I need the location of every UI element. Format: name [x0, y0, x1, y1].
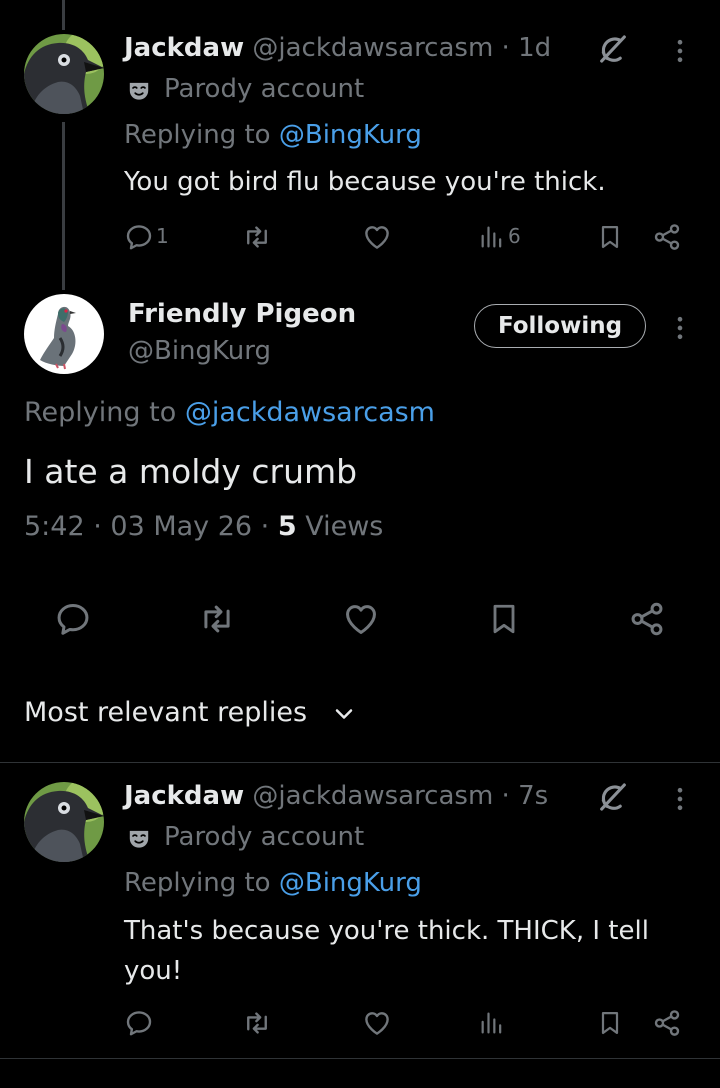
- view-count: 6: [508, 224, 521, 248]
- views-count: 5: [277, 511, 297, 542]
- post-text: I ate a moldy crumb: [24, 452, 358, 491]
- share-icon[interactable]: [628, 600, 666, 638]
- post-text: That's because you're thick. THICK, I te…: [124, 916, 649, 986]
- views-icon[interactable]: [478, 222, 506, 252]
- replying-prefix: Replying to: [124, 868, 271, 898]
- mask-icon: [126, 78, 152, 104]
- repost-icon[interactable]: [242, 222, 272, 252]
- comment-icon[interactable]: [124, 222, 154, 252]
- divider: [0, 762, 720, 763]
- reply-count: 1: [156, 224, 169, 248]
- avatar[interactable]: [24, 782, 104, 862]
- following-button[interactable]: Following: [474, 304, 646, 348]
- bookmark-icon[interactable]: [486, 600, 522, 638]
- share-icon[interactable]: [652, 1008, 682, 1038]
- avatar[interactable]: [24, 34, 104, 114]
- display-name[interactable]: Jackdaw: [124, 781, 244, 811]
- share-icon[interactable]: [652, 222, 682, 252]
- thread-connector-line: [62, 122, 65, 290]
- pigeon-avatar-image: [24, 294, 104, 374]
- views-label: Views: [305, 511, 384, 542]
- jackdaw-avatar-image: [24, 34, 104, 114]
- thread-connector-line: [62, 0, 65, 30]
- repost-icon[interactable]: [242, 1008, 272, 1038]
- views-icon[interactable]: [478, 1008, 506, 1038]
- grok-icon[interactable]: [596, 780, 630, 814]
- bookmark-icon[interactable]: [596, 1008, 624, 1038]
- heart-icon[interactable]: [342, 600, 380, 638]
- repost-icon[interactable]: [198, 600, 236, 638]
- post-text: You got bird flu because you're thick.: [124, 167, 606, 197]
- handle[interactable]: @jackdawsarcasm: [252, 33, 493, 63]
- mask-icon: [126, 826, 152, 852]
- replying-to-link[interactable]: @BingKurg: [279, 120, 422, 150]
- more-vertical-icon[interactable]: [666, 36, 694, 66]
- handle[interactable]: @BingKurg: [128, 333, 271, 369]
- avatar[interactable]: [24, 294, 104, 374]
- bookmark-icon[interactable]: [596, 222, 624, 252]
- more-vertical-icon[interactable]: [666, 313, 694, 343]
- replying-prefix: Replying to: [24, 397, 177, 428]
- replying-to-link[interactable]: @jackdawsarcasm: [185, 397, 435, 428]
- heart-icon[interactable]: [362, 222, 392, 252]
- replying-to-link[interactable]: @BingKurg: [279, 868, 422, 898]
- replying-prefix: Replying to: [124, 120, 271, 150]
- comment-icon[interactable]: [124, 1008, 154, 1038]
- timestamp[interactable]: 7s: [518, 781, 548, 811]
- reply-sort-dropdown[interactable]: Most relevant replies: [24, 694, 307, 732]
- sort-label: Most relevant replies: [24, 697, 308, 728]
- grok-icon[interactable]: [596, 32, 630, 66]
- chevron-down-icon[interactable]: [332, 702, 356, 726]
- comment-icon[interactable]: [54, 600, 92, 638]
- more-vertical-icon[interactable]: [666, 784, 694, 814]
- jackdaw-avatar-image: [24, 782, 104, 862]
- parody-label: Parody account: [164, 822, 365, 852]
- heart-icon[interactable]: [362, 1008, 392, 1038]
- handle[interactable]: @jackdawsarcasm: [252, 781, 493, 811]
- display-name[interactable]: Friendly Pigeon: [128, 296, 356, 332]
- parody-label: Parody account: [164, 74, 365, 104]
- timestamp[interactable]: 1d: [518, 33, 551, 63]
- display-name[interactable]: Jackdaw: [124, 33, 244, 63]
- post-date[interactable]: 03 May 26: [110, 511, 252, 542]
- post-time[interactable]: 5:42: [24, 511, 85, 542]
- divider: [0, 1058, 720, 1059]
